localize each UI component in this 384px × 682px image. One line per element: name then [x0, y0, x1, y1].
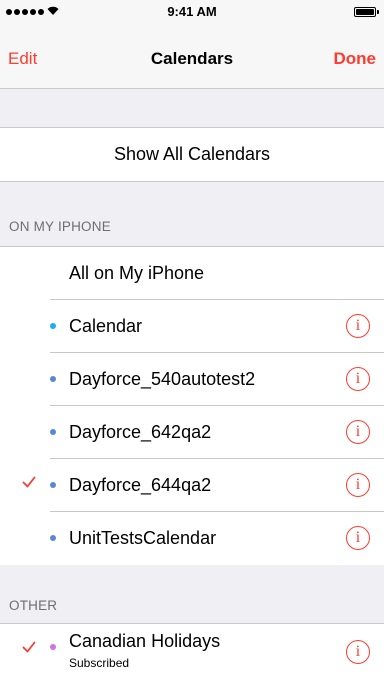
calendar-subtitle: Subscribed — [69, 656, 130, 670]
status-bar: 9:41 AM — [0, 0, 384, 25]
info-icon[interactable]: i — [346, 640, 370, 664]
calendar-row-calendar[interactable]: Calendar i — [0, 300, 384, 353]
calendar-color-dot — [50, 644, 56, 650]
calendar-color-dot — [50, 429, 56, 435]
calendar-row-unittestscalendar[interactable]: UnitTestsCalendar i — [0, 512, 384, 565]
calendar-color-dot — [50, 376, 56, 382]
calendar-name: Dayforce_644qa2 — [69, 475, 212, 495]
show-all-calendars-label: Show All Calendars — [113, 144, 271, 164]
calendar-name: Canadian Holidays — [69, 631, 221, 651]
all-on-my-iphone-label: All on My iPhone — [69, 263, 205, 283]
show-all-calendars-button[interactable]: Show All Calendars — [0, 127, 384, 182]
info-icon[interactable]: i — [346, 473, 370, 497]
calendar-name: Dayforce_642qa2 — [69, 422, 212, 442]
on-my-iphone-group: All on My iPhone Calendar i Dayforce_540au… — [0, 246, 384, 565]
calendar-row-dayforce-540autotest2[interactable]: Dayforce_540autotest2 i — [0, 353, 384, 406]
section-header-other: OTHER — [9, 598, 58, 613]
navigation-bar: Edit Calendars Done — [0, 25, 384, 89]
checkmark-icon — [22, 476, 36, 488]
calendar-color-dot — [50, 535, 56, 541]
checkmark-icon — [22, 641, 36, 653]
calendar-name: UnitTestsCalendar — [69, 528, 217, 548]
other-group: Canadian Holidays Subscribed i — [0, 623, 384, 682]
status-time: 9:41 AM — [167, 4, 217, 19]
calendar-color-dot — [50, 482, 56, 488]
calendar-name: Calendar — [69, 316, 143, 336]
info-icon[interactable]: i — [346, 420, 370, 444]
info-icon[interactable]: i — [346, 314, 370, 338]
calendar-name: Dayforce_540autotest2 — [69, 369, 256, 389]
section-header-on-my-iphone: ON MY IPHONE — [9, 219, 111, 234]
calendar-row-dayforce-644qa2[interactable]: Dayforce_644qa2 i — [0, 459, 384, 512]
page-title: Calendars — [150, 49, 234, 68]
info-icon[interactable]: i — [346, 367, 370, 391]
calendar-color-dot — [50, 323, 56, 329]
battery-icon — [354, 7, 379, 17]
info-icon[interactable]: i — [346, 526, 370, 550]
done-button[interactable]: Done — [334, 49, 377, 69]
calendar-row-canadian-holidays[interactable]: Canadian Holidays Subscribed i — [0, 624, 384, 677]
edit-button[interactable]: Edit — [8, 49, 37, 69]
all-on-my-iphone-row[interactable]: All on My iPhone — [0, 247, 384, 300]
calendar-row-dayforce-642qa2[interactable]: Dayforce_642qa2 i — [0, 406, 384, 459]
